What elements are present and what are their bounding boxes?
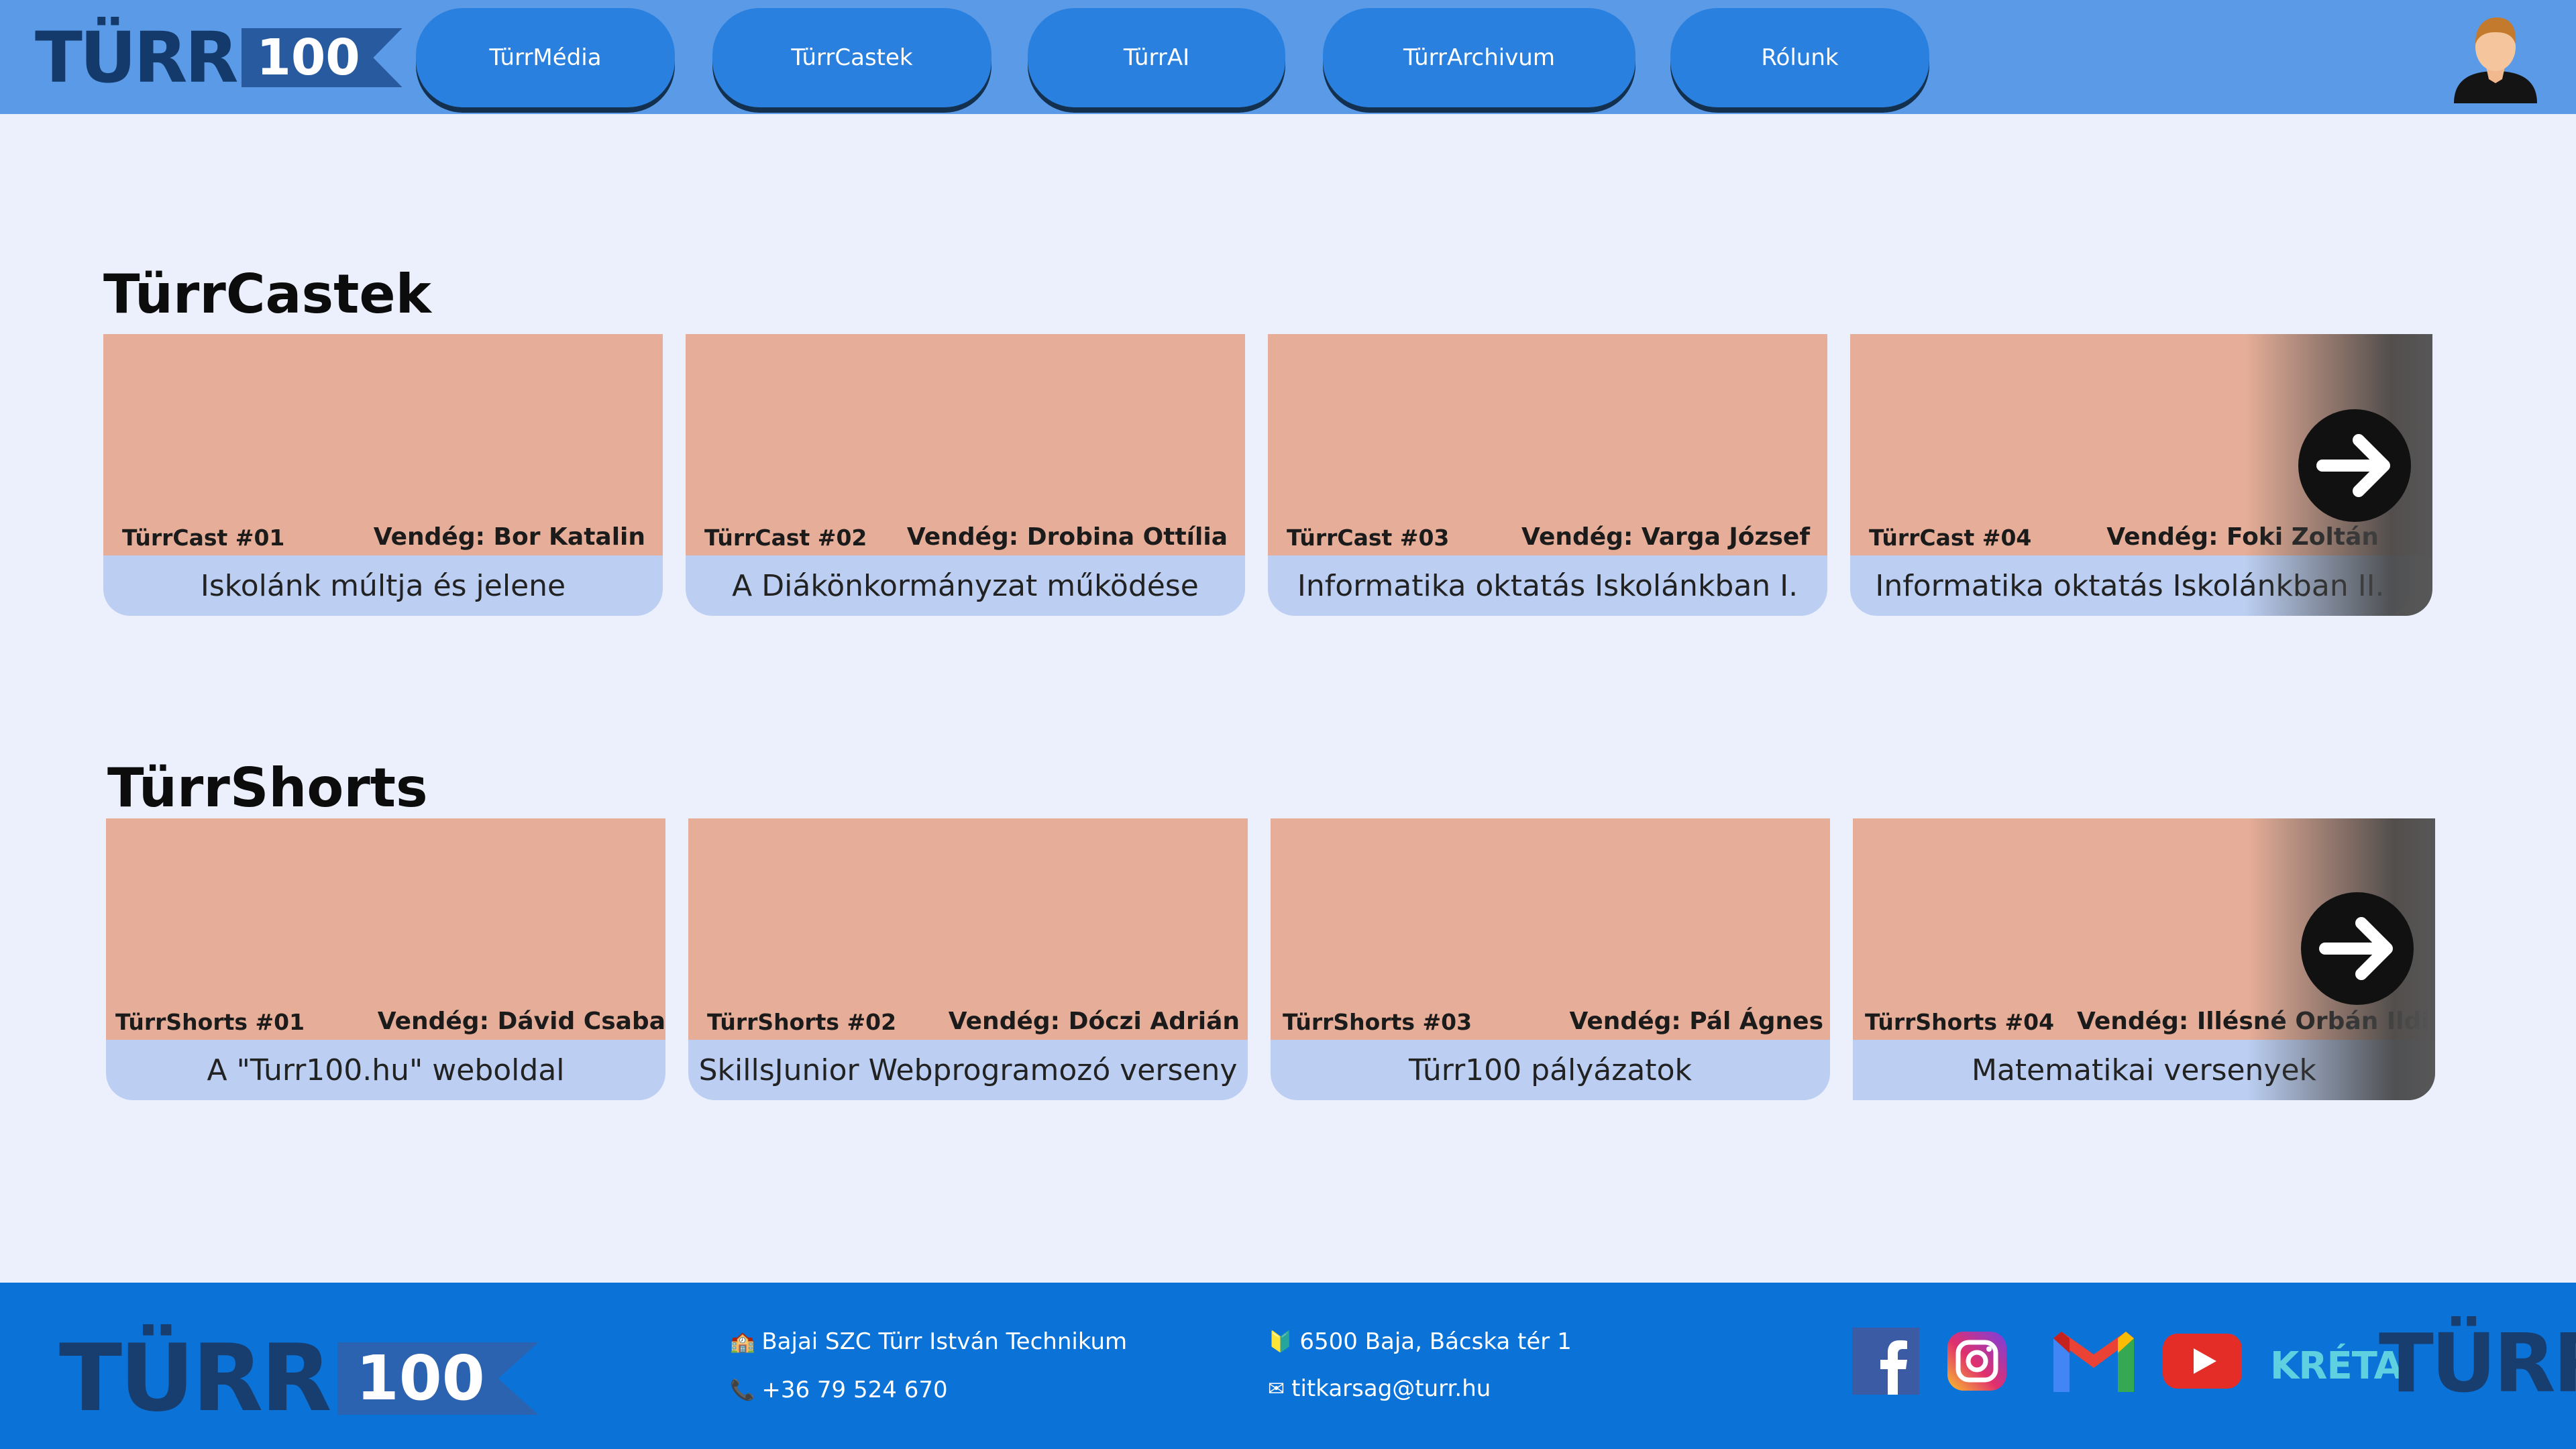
card-episode: TürrShorts #04 — [1865, 1009, 2055, 1035]
footer-school: 🏫 Bajai SZC Türr István Technikum — [730, 1328, 1127, 1355]
turrcast-card-01[interactable]: TürrCast #01 Vendég: Bor Katalin Iskolán… — [103, 334, 663, 616]
card-caption: A Diákönkormányzat működése — [686, 555, 1245, 616]
youtube-icon[interactable] — [2161, 1324, 2243, 1398]
card-thumbnail — [106, 818, 665, 1040]
section-title-turrcastek: TürrCastek — [103, 263, 431, 325]
nav-rolunk-button[interactable]: Rólunk — [1670, 8, 1929, 107]
footer-phone-number: +36 79 524 670 — [761, 1377, 948, 1403]
header-logo[interactable]: TÜRR 100 — [35, 23, 402, 93]
card-episode: TürrShorts #01 — [115, 1009, 305, 1035]
turrcast-card-02[interactable]: TürrCast #02 Vendég: Drobina Ottília A D… — [686, 334, 1245, 616]
logo-flag: 100 — [241, 28, 402, 87]
card-caption: Informatika oktatás Iskolánkban I. — [1268, 555, 1827, 616]
turrshorts-card-03[interactable]: TürrShorts #03 Vendég: Pál Ágnes Türr100… — [1271, 818, 1830, 1100]
card-episode: TürrShorts #02 — [707, 1009, 897, 1035]
card-episode: TürrCast #04 — [1869, 525, 2032, 551]
location-icon: 🔰 — [1268, 1330, 1293, 1354]
logo-flag: 100 — [337, 1342, 539, 1415]
nav-turrcastek-button[interactable]: TürrCastek — [712, 8, 991, 107]
user-avatar-icon[interactable] — [2449, 9, 2542, 103]
footer-address-text: 6500 Baja, Bácska tér 1 — [1299, 1328, 1572, 1355]
logo-wordmark: TÜRR — [35, 17, 239, 99]
card-guest: Vendég: Pál Ágnes — [1569, 1008, 1823, 1035]
phone-icon: 📞 — [730, 1378, 755, 1402]
building-icon: 🏫 — [730, 1330, 755, 1354]
card-guest: Vendég: Dávid Csaba — [377, 1008, 665, 1035]
card-episode: TürrCast #01 — [122, 525, 285, 551]
footer-email[interactable]: ✉ titkarsag@turr.hu — [1268, 1375, 1491, 1402]
facebook-icon[interactable] — [1849, 1324, 1923, 1398]
instagram-icon[interactable] — [1940, 1324, 2014, 1398]
turrshorts-card-02[interactable]: TürrShorts #02 Vendég: Dóczi Adrián Skil… — [688, 818, 1248, 1100]
card-guest: Vendég: Varga József — [1521, 523, 1810, 551]
site-footer: TÜRR 100 🏫 Bajai SZC Türr István Technik… — [0, 1283, 2576, 1449]
logo-wordmark: TÜRR — [59, 1324, 332, 1432]
turrshorts-card-01[interactable]: TürrShorts #01 Vendég: Dávid Csaba A "Tu… — [106, 818, 665, 1100]
card-guest: Vendég: Illésné Orbán Ildikó — [2077, 1008, 2435, 1035]
card-thumbnail — [103, 334, 663, 555]
next-arrow-icon[interactable] — [2301, 892, 2414, 1005]
card-caption: Informatika oktatás Iskolánkban II. — [1850, 555, 2410, 616]
footer-email-text[interactable]: titkarsag@turr.hu — [1291, 1375, 1491, 1402]
nav-turrai-button[interactable]: TürrAI — [1028, 8, 1285, 107]
footer-address: 🔰 6500 Baja, Bácska tér 1 — [1268, 1328, 1572, 1355]
card-caption: Türr100 pályázatok — [1271, 1040, 1830, 1100]
gmail-icon[interactable] — [2050, 1324, 2137, 1398]
card-episode: TürrShorts #03 — [1283, 1009, 1472, 1035]
card-caption: A "Turr100.hu" weboldal — [106, 1040, 665, 1100]
footer-phone: 📞 +36 79 524 670 — [730, 1377, 948, 1403]
card-guest: Vendég: Bor Katalin — [373, 523, 645, 551]
card-thumbnail — [688, 818, 1248, 1040]
card-guest: Vendég: Foki Zoltán — [2106, 523, 2379, 551]
turrcast-card-03[interactable]: TürrCast #03 Vendég: Varga József Inform… — [1268, 334, 1827, 616]
card-caption: Matematikai versenyek — [1853, 1040, 2435, 1100]
card-caption: SkillsJunior Webprogramozó verseny — [688, 1040, 1248, 1100]
nav-turrarchivum-button[interactable]: TürrArchivum — [1323, 8, 1635, 107]
section-title-turrshorts: TürrShorts — [107, 757, 428, 819]
footer-school-name: Bajai SZC Türr István Technikum — [761, 1328, 1128, 1355]
next-arrow-icon[interactable] — [2298, 409, 2411, 522]
mail-icon: ✉ — [1268, 1377, 1285, 1401]
site-header: TÜRR 100 TürrMédia TürrCastek TürrAI Tür… — [0, 0, 2576, 114]
card-caption: Iskolánk múltja és jelene — [103, 555, 663, 616]
footer-logo[interactable]: TÜRR 100 — [59, 1332, 539, 1425]
card-guest: Vendég: Drobina Ottília — [906, 523, 1228, 551]
card-guest: Vendég: Dóczi Adrián — [948, 1008, 1240, 1035]
card-thumbnail — [1271, 818, 1830, 1040]
nav-turrmedia-button[interactable]: TürrMédia — [416, 8, 675, 107]
card-thumbnail — [686, 334, 1245, 555]
turr-footer-logo[interactable]: TÜRR — [2379, 1324, 2576, 1405]
card-episode: TürrCast #02 — [704, 525, 867, 551]
card-thumbnail — [1268, 334, 1827, 555]
card-episode: TürrCast #03 — [1287, 525, 1450, 551]
